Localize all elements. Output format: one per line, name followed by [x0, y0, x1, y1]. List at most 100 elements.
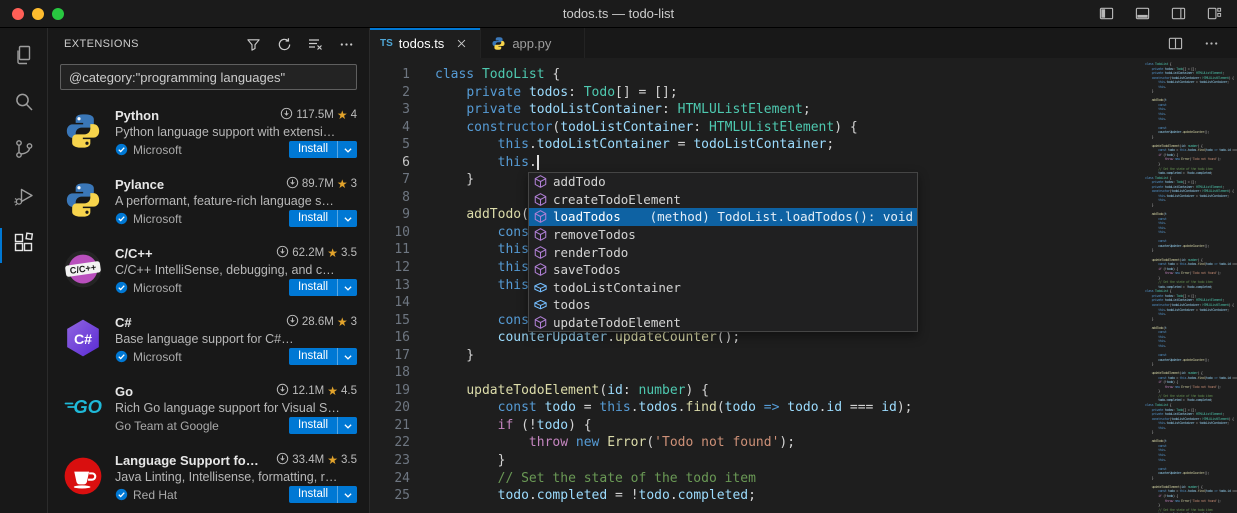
- suggest-item-updateTodoElement[interactable]: updateTodoElement: [529, 314, 917, 332]
- line-number: 25: [370, 487, 410, 505]
- minimize-window-button[interactable]: [32, 8, 44, 20]
- activity-bar-item-extensions[interactable]: [0, 222, 48, 269]
- suggest-item-addTodo[interactable]: addTodo: [529, 173, 917, 191]
- extension-item-cpp[interactable]: C/C++ C/C++ 62.2M ★ 3.5 C/C++ IntelliSen…: [48, 236, 369, 305]
- rating-value: 4.5: [341, 385, 357, 397]
- suggest-item-loadTodos[interactable]: loadTodos(method) TodoList.loadTodos(): …: [529, 208, 917, 226]
- extension-item-csharp[interactable]: C# C# 28.6M ★ 3 Base language support fo…: [48, 305, 369, 374]
- install-button[interactable]: Install: [289, 279, 337, 296]
- extension-stats: 33.4M ★ 3.5: [270, 452, 357, 468]
- extension-stats: 28.6M ★ 3: [280, 314, 357, 330]
- install-dropdown-button[interactable]: [337, 210, 357, 227]
- chevron-down-icon: [343, 283, 353, 293]
- extension-stats: 117.5M ★ 4: [274, 107, 357, 123]
- code-line[interactable]: 24 // Set the state of the todo item: [370, 470, 1237, 488]
- code-line[interactable]: 6 this.: [370, 154, 1237, 172]
- extension-publisher: Go Team at Google: [115, 419, 219, 433]
- suggest-item-createTodoElement[interactable]: createTodoElement: [529, 191, 917, 209]
- install-button[interactable]: Install: [289, 348, 337, 365]
- code-line[interactable]: 22 throw new Error('Todo not found');: [370, 434, 1237, 452]
- typescript-file-icon: TS: [380, 38, 393, 49]
- python-file-icon: [491, 36, 506, 51]
- suggest-item-saveTodos[interactable]: saveTodos: [529, 261, 917, 279]
- code-line[interactable]: 17 }: [370, 347, 1237, 365]
- editor[interactable]: 1class TodoList {2 private todos: Todo[]…: [370, 58, 1237, 513]
- install-dropdown-button[interactable]: [337, 141, 357, 158]
- editor-more-actions-icon[interactable]: [1199, 31, 1223, 55]
- extension-details: Pylance 89.7M ★ 3 A performant, feature-…: [115, 175, 357, 228]
- extension-item-python[interactable]: Python 117.5M ★ 4 Python language suppor…: [48, 98, 369, 167]
- tab-app.py[interactable]: app.py: [481, 28, 585, 58]
- code-line[interactable]: 23 }: [370, 452, 1237, 470]
- suggest-item-renderTodo[interactable]: renderTodo: [529, 243, 917, 261]
- install-button[interactable]: Install: [289, 210, 337, 227]
- verified-publisher-icon: [115, 212, 128, 225]
- activity-bar-item-search[interactable]: [0, 81, 48, 128]
- toggle-primary-sidebar-icon[interactable]: [1095, 3, 1117, 25]
- cpp-extension-icon: C/C++: [62, 248, 104, 290]
- activity-bar-item-source-control[interactable]: [0, 128, 48, 175]
- code-line[interactable]: 3 private todoListContainer: HTMLUListEl…: [370, 101, 1237, 119]
- line-number: 10: [370, 224, 410, 242]
- code-line[interactable]: 4 constructor(todoListContainer: HTMLULi…: [370, 119, 1237, 137]
- clear-extension-search-icon[interactable]: [304, 33, 326, 55]
- extensions-icon: [12, 231, 36, 260]
- extension-description: Rich Go language support for Visual S…: [115, 401, 357, 415]
- minimap[interactable]: class TodoList { private todos: Todo[] =…: [1145, 58, 1237, 513]
- tab-label: app.py: [512, 36, 551, 51]
- install-button[interactable]: Install: [289, 141, 337, 158]
- suggest-detail: (method) TodoList.loadTodos(): void: [650, 209, 913, 224]
- extension-details: Python 117.5M ★ 4 Python language suppor…: [115, 106, 357, 159]
- suggest-item-removeTodos[interactable]: removeTodos: [529, 226, 917, 244]
- code-line[interactable]: 25 todo.completed = !todo.completed;: [370, 487, 1237, 505]
- star-icon: ★: [337, 177, 348, 191]
- install-dropdown-button[interactable]: [337, 348, 357, 365]
- code-line[interactable]: 2 private todos: Todo[] = [];: [370, 84, 1237, 102]
- toggle-panel-icon[interactable]: [1131, 3, 1153, 25]
- code-line[interactable]: 21 if (!todo) {: [370, 417, 1237, 435]
- method-icon: [532, 227, 548, 243]
- source-control-icon: [12, 137, 36, 166]
- extension-name: Go: [115, 384, 133, 399]
- install-button[interactable]: Install: [289, 486, 337, 503]
- tab-todos.ts[interactable]: TStodos.ts: [370, 28, 481, 58]
- suggest-item-todoListContainer[interactable]: todoListContainer: [529, 279, 917, 297]
- more-actions-icon[interactable]: [335, 33, 357, 55]
- extension-item-pylance[interactable]: Pylance 89.7M ★ 3 A performant, feature-…: [48, 167, 369, 236]
- suggest-item-todos[interactable]: todos: [529, 296, 917, 314]
- install-dropdown-button[interactable]: [337, 279, 357, 296]
- install-dropdown-button[interactable]: [337, 417, 357, 434]
- chevron-down-icon: [343, 145, 353, 155]
- method-icon: [532, 244, 548, 260]
- zoom-window-button[interactable]: [52, 8, 64, 20]
- extension-item-java[interactable]: Language Support fo… 33.4M ★ 3.5 Java Li…: [48, 443, 369, 512]
- extension-description: A performant, feature-rich language s…: [115, 194, 357, 208]
- split-editor-icon[interactable]: [1163, 31, 1187, 55]
- activity-bar-item-run-debug[interactable]: [0, 175, 48, 222]
- extension-search-input[interactable]: [60, 64, 357, 90]
- toggle-secondary-sidebar-icon[interactable]: [1167, 3, 1189, 25]
- code-line[interactable]: 20 const todo = this.todos.find(todo => …: [370, 399, 1237, 417]
- verified-publisher-icon: [115, 281, 128, 294]
- extension-details: C/C++ 62.2M ★ 3.5 C/C++ IntelliSense, de…: [115, 244, 357, 297]
- close-tab-icon[interactable]: [452, 34, 470, 52]
- customize-layout-icon[interactable]: [1203, 3, 1225, 25]
- close-window-button[interactable]: [12, 8, 24, 20]
- extension-stats: 89.7M ★ 3: [280, 176, 357, 192]
- install-button[interactable]: Install: [289, 417, 337, 434]
- line-number: 24: [370, 470, 410, 488]
- extension-publisher: Red Hat: [133, 488, 177, 502]
- code-line[interactable]: 18: [370, 364, 1237, 382]
- refresh-icon[interactable]: [273, 33, 295, 55]
- code-line[interactable]: 19 updateTodoElement(id: number) {: [370, 382, 1237, 400]
- code-line[interactable]: 5 this.todoListContainer = todoListConta…: [370, 136, 1237, 154]
- suggest-label: removeTodos: [553, 227, 636, 242]
- extension-item-go[interactable]: GO Go 12.1M ★ 4.5 Rich Go language suppo…: [48, 374, 369, 443]
- vscode-window: todos.ts — todo-list EXTENSIONS: [0, 0, 1237, 513]
- filter-icon[interactable]: [242, 33, 264, 55]
- code-line[interactable]: 1class TodoList {: [370, 66, 1237, 84]
- activity-bar-item-explorer[interactable]: [0, 34, 48, 81]
- install-dropdown-button[interactable]: [337, 486, 357, 503]
- download-count: 28.6M: [302, 316, 334, 328]
- tab-bar: TStodos.ts app.py: [370, 28, 1237, 58]
